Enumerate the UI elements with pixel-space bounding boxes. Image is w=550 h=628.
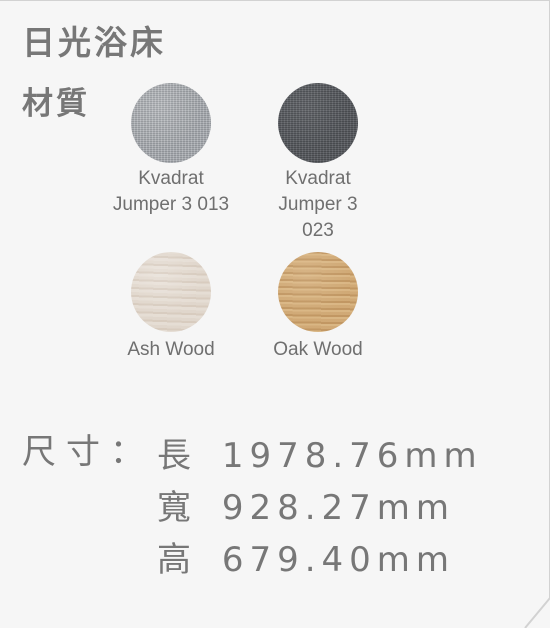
dimension-value-height: 679.40mm <box>221 540 456 580</box>
swatch-charcoal-fabric <box>278 83 358 163</box>
materials-heading: 材質 <box>22 86 90 122</box>
dimension-value-width: 928.27mm <box>221 488 456 528</box>
product-spec-card: 日光浴床 材質 Kvadrat Jumper 3 013 Kvadrat Jum… <box>0 0 550 628</box>
dimension-row-width: 寬 928.27mm <box>157 480 455 529</box>
dimension-row-height: 高 679.40mm <box>157 532 455 581</box>
swatch-gray-fabric <box>131 83 211 163</box>
swatch-label-line-1: Ash Wood <box>127 339 215 360</box>
swatch-label-line-1: Oak Wood <box>273 339 363 360</box>
dimension-value-length: 1978.76mm <box>221 436 483 476</box>
swatch-label-kvadrat-023: Kvadrat Jumper 3 023 <box>243 166 393 244</box>
swatch-label-ash-wood: Ash Wood <box>96 337 246 363</box>
swatch-label-line-2: Jumper 3 013 <box>112 194 230 215</box>
swatch-label-kvadrat-013: Kvadrat Jumper 3 013 <box>96 166 246 218</box>
swatch-label-line-1: Kvadrat <box>138 168 204 189</box>
dimension-row-length: 長 1978.76mm <box>157 428 483 477</box>
product-title: 日光浴床 <box>22 23 166 62</box>
swatch-label-line-1: Kvadrat <box>285 168 351 189</box>
swatch-label-line-3: 023 <box>302 220 334 241</box>
swatch-label-line-2: Jumper 3 <box>278 194 358 215</box>
swatch-oak-wood <box>278 252 358 332</box>
dimension-label-height: 高 <box>157 540 191 580</box>
dimension-label-length: 長 <box>157 436 191 476</box>
dimension-label-width: 寬 <box>157 488 191 528</box>
dimensions-label: 尺寸： <box>22 432 154 472</box>
swatch-ash-wood <box>131 252 211 332</box>
swatch-label-oak-wood: Oak Wood <box>243 337 393 363</box>
